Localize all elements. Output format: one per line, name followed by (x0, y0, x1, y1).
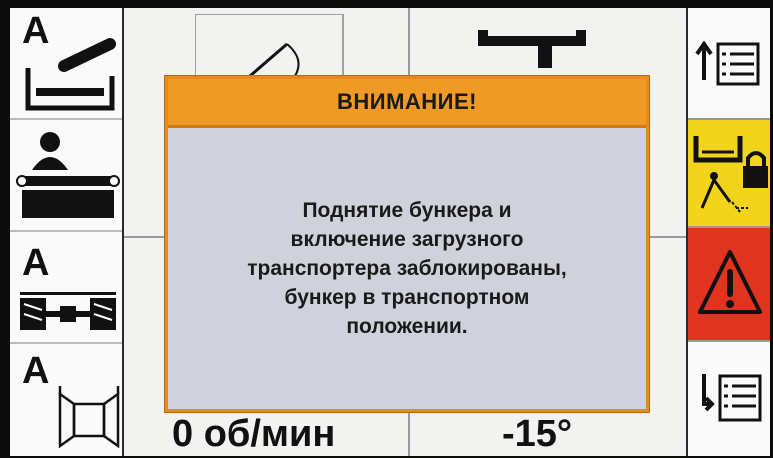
list-down-button[interactable] (688, 342, 770, 456)
warning-dialog[interactable]: ВНИМАНИЕ! Поднятие бункера и включение з… (165, 76, 649, 412)
list-up-icon (695, 40, 760, 86)
hopper-tilt-button[interactable]: A (10, 8, 122, 120)
angle-readout: -15° (502, 413, 573, 455)
list-down-icon (702, 374, 762, 422)
hitch-icon (478, 30, 586, 68)
dialog-header: ВНИМАНИЕ! (168, 79, 646, 128)
display-screen: A A A 0 об/мин -15° ВНИМАНИЕ! Поднятие б… (10, 8, 770, 456)
dialog-message: Поднятие бункера и включение загрузного … (247, 199, 567, 338)
left-button-column: A A A (10, 8, 124, 456)
warning-icon (698, 250, 762, 314)
warning-button[interactable] (688, 228, 770, 342)
dialog-body: Поднятие бункера и включение загрузного … (168, 128, 646, 409)
bunker-door-icon (58, 386, 120, 449)
hopper-lock-icon (693, 136, 768, 213)
axle-steering-button[interactable]: A (10, 232, 122, 344)
bunker-door-button[interactable]: A (10, 344, 122, 454)
axle-steering-icon (20, 292, 116, 330)
loading-conveyor-icon (16, 132, 120, 218)
boom-angle-icon (195, 14, 344, 83)
auto-mode-letter: A (22, 242, 50, 284)
auto-mode-letter: A (22, 350, 50, 392)
dialog-title: ВНИМАНИЕ! (336, 89, 477, 114)
speed-readout: 0 об/мин (172, 413, 336, 455)
list-up-button[interactable] (688, 8, 770, 120)
loading-conveyor-button[interactable] (10, 120, 122, 232)
hopper-lock-button[interactable] (688, 120, 770, 228)
right-button-column (686, 8, 770, 456)
hopper-tilt-icon (25, 38, 116, 111)
